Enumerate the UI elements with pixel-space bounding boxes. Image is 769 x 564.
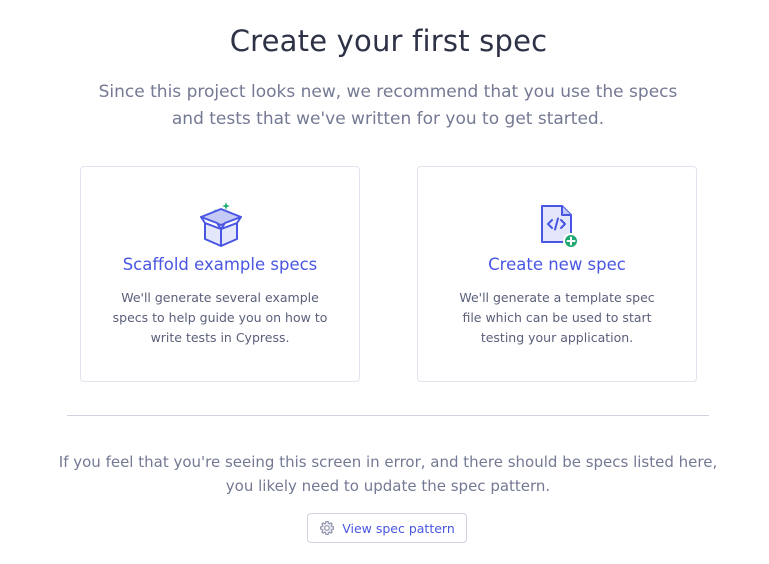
card-title: Scaffold example specs <box>122 255 318 274</box>
scaffold-example-specs-card[interactable]: Scaffold example specs We'll generate se… <box>80 166 360 382</box>
card-description: We'll generate several example specs to … <box>112 290 328 345</box>
button-label: View spec pattern <box>342 520 455 536</box>
gear-icon <box>319 520 335 536</box>
spec-pattern-note: If you feel that you're seeing this scre… <box>58 453 718 495</box>
card-title: Create new spec <box>488 255 626 274</box>
create-new-spec-card[interactable]: Create new spec We'll generate a templat… <box>417 166 697 382</box>
section-divider <box>67 415 709 416</box>
new-file-code-icon <box>533 200 583 250</box>
page-subtitle: Since this project looks new, we recomme… <box>98 82 678 129</box>
view-spec-pattern-button[interactable]: View spec pattern <box>307 513 467 543</box>
box-icon <box>196 200 246 250</box>
create-spec-page: Create your first spec Since this projec… <box>0 0 769 564</box>
page-title: Create your first spec <box>229 24 548 58</box>
card-description: We'll generate a template spec file whic… <box>459 290 655 345</box>
